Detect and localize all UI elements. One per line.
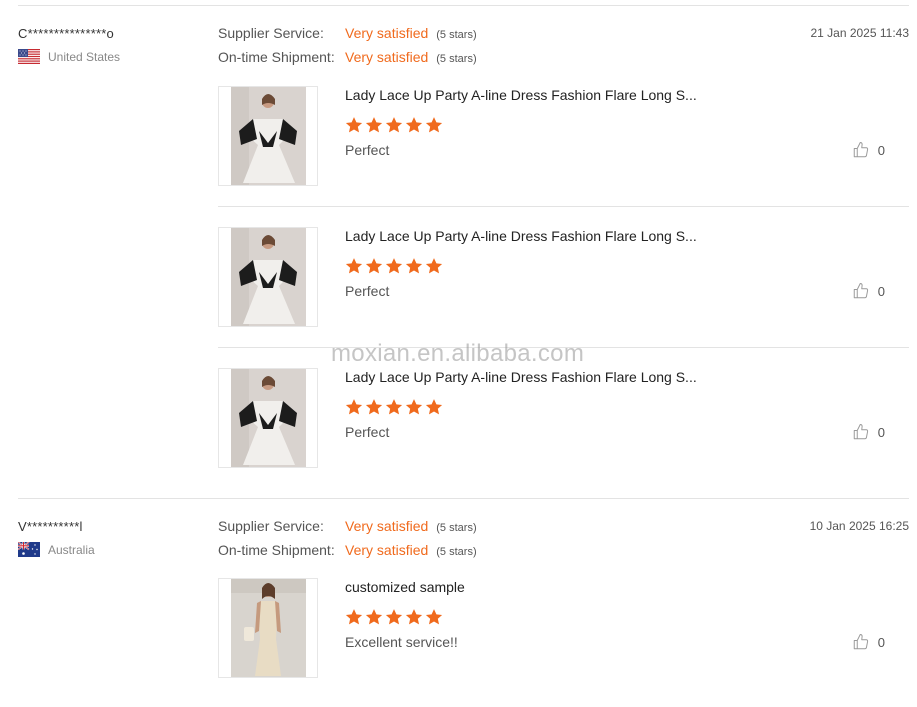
review-comment: Perfect xyxy=(345,142,390,158)
ratings-block: Supplier Service: Very satisfied (5 star… xyxy=(218,25,477,73)
star-icon xyxy=(385,117,403,133)
shipment-rating: On-time Shipment: Very satisfied (5 star… xyxy=(218,49,477,73)
product-thumbnail[interactable] xyxy=(218,86,318,186)
star-icon xyxy=(425,258,443,274)
rating-label: Supplier Service: xyxy=(218,518,324,534)
product-title[interactable]: Lady Lace Up Party A-line Dress Fashion … xyxy=(345,369,697,385)
star-rating xyxy=(345,116,443,134)
thumbs-up-icon xyxy=(853,634,868,650)
review-item: customized sample Excellent service!! 0 xyxy=(218,578,909,679)
ratings-block: Supplier Service: Very satisfied (5 star… xyxy=(218,518,477,566)
rating-stars-text: (5 stars) xyxy=(436,53,477,65)
product-thumbnail[interactable] xyxy=(218,227,318,327)
star-icon xyxy=(365,399,383,415)
reviewer-name: V**********l xyxy=(18,519,83,534)
review-date: 21 Jan 2025 11:43 xyxy=(810,26,909,40)
watermark: moxian.en.alibaba.com xyxy=(331,340,585,367)
review-divider xyxy=(18,498,909,499)
country-label: Australia xyxy=(48,542,95,557)
star-icon xyxy=(345,399,363,415)
top-divider xyxy=(18,5,909,6)
like-button[interactable]: 0 xyxy=(852,633,885,651)
product-photo-dress xyxy=(231,579,306,677)
product-title[interactable]: Lady Lace Up Party A-line Dress Fashion … xyxy=(345,87,697,103)
review-date: 10 Jan 2025 16:25 xyxy=(809,519,909,533)
item-divider xyxy=(218,206,909,207)
star-icon xyxy=(425,399,443,415)
star-rating xyxy=(345,608,443,626)
star-icon xyxy=(425,117,443,133)
us-flag-icon xyxy=(18,49,40,64)
rating-label: On-time Shipment: xyxy=(218,49,335,65)
star-icon xyxy=(425,609,443,625)
rating-value: Very satisfied xyxy=(345,25,429,41)
rating-label: Supplier Service: xyxy=(218,25,324,41)
thumbs-up-icon xyxy=(853,283,868,299)
star-icon xyxy=(405,117,423,133)
rating-stars-text: (5 stars) xyxy=(436,29,477,41)
star-icon xyxy=(365,609,383,625)
like-count: 0 xyxy=(877,283,885,299)
star-icon xyxy=(345,117,363,133)
star-icon xyxy=(405,609,423,625)
star-icon xyxy=(385,258,403,274)
review-item: Lady Lace Up Party A-line Dress Fashion … xyxy=(218,368,909,469)
product-title[interactable]: Lady Lace Up Party A-line Dress Fashion … xyxy=(345,228,697,244)
rating-value: Very satisfied xyxy=(345,518,429,534)
star-rating xyxy=(345,398,443,416)
country-label: United States xyxy=(48,49,121,64)
product-photo-dress xyxy=(231,369,306,467)
like-button[interactable]: 0 xyxy=(852,423,885,441)
rating-stars-text: (5 stars) xyxy=(436,546,477,558)
star-icon xyxy=(405,258,423,274)
star-icon xyxy=(365,117,383,133)
rating-label: On-time Shipment: xyxy=(218,542,335,558)
reviewer-info: V**********l Australia xyxy=(18,519,95,557)
review-comment: Perfect xyxy=(345,283,390,299)
product-thumbnail[interactable] xyxy=(218,578,318,678)
product-thumbnail[interactable] xyxy=(218,368,318,468)
supplier-service-rating: Supplier Service: Very satisfied (5 star… xyxy=(218,25,477,49)
thumbs-up-icon xyxy=(853,142,868,158)
like-count: 0 xyxy=(877,142,885,158)
product-photo-dress xyxy=(231,228,306,326)
rating-value: Very satisfied xyxy=(345,49,429,65)
reviewer-country: Australia xyxy=(18,542,95,557)
product-title[interactable]: customized sample xyxy=(345,579,465,595)
reviewer-country: United States xyxy=(18,49,120,64)
star-rating xyxy=(345,257,443,275)
star-icon xyxy=(405,399,423,415)
reviewer-name: C***************o xyxy=(18,26,114,41)
au-flag-icon xyxy=(18,542,40,557)
review-item: Lady Lace Up Party A-line Dress Fashion … xyxy=(218,227,909,328)
like-count: 0 xyxy=(877,634,885,650)
supplier-service-rating: Supplier Service: Very satisfied (5 star… xyxy=(218,518,477,542)
star-icon xyxy=(345,609,363,625)
rating-stars-text: (5 stars) xyxy=(436,522,477,534)
like-count: 0 xyxy=(877,424,885,440)
like-button[interactable]: 0 xyxy=(852,141,885,159)
review-comment: Excellent service!! xyxy=(345,634,458,650)
reviewer-info: C***************o United States xyxy=(18,26,120,64)
star-icon xyxy=(365,258,383,274)
product-photo-dress xyxy=(231,87,306,185)
rating-value: Very satisfied xyxy=(345,542,429,558)
like-button[interactable]: 0 xyxy=(852,282,885,300)
review-item: Lady Lace Up Party A-line Dress Fashion … xyxy=(218,86,909,187)
review-comment: Perfect xyxy=(345,424,390,440)
star-icon xyxy=(385,609,403,625)
thumbs-up-icon xyxy=(853,424,868,440)
star-icon xyxy=(345,258,363,274)
star-icon xyxy=(385,399,403,415)
shipment-rating: On-time Shipment: Very satisfied (5 star… xyxy=(218,542,477,566)
